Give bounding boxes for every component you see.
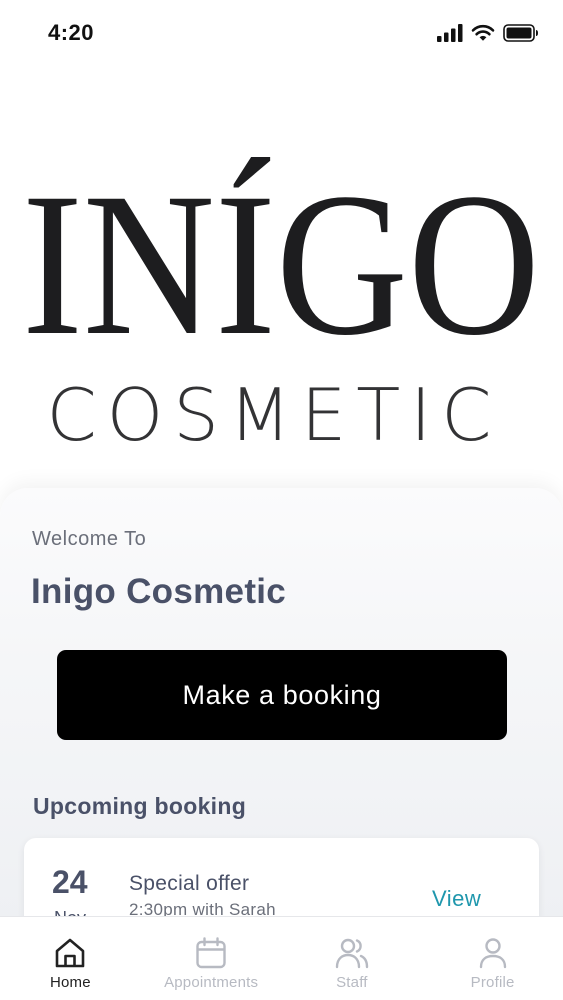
tab-profile[interactable]: Profile — [422, 917, 563, 1000]
make-booking-button[interactable]: Make a booking — [57, 650, 507, 740]
status-icons — [437, 24, 539, 42]
calendar-icon — [196, 937, 226, 969]
bottom-tab-bar: Home Appointments Staff Profile — [0, 916, 563, 1000]
home-icon — [56, 938, 85, 968]
upcoming-booking-title: Upcoming booking — [33, 793, 247, 819]
users-icon — [335, 938, 369, 969]
tab-staff-label: Staff — [336, 974, 368, 991]
brand-logo: INÍGO COSMETIC — [0, 112, 563, 452]
booking-day: 24 — [52, 864, 88, 900]
tab-home[interactable]: Home — [0, 917, 141, 1000]
tab-appointments[interactable]: Appointments — [141, 917, 282, 1000]
booking-title: Special offer — [129, 872, 250, 895]
logo-wordmark: INÍGO — [22, 151, 540, 378]
tab-profile-label: Profile — [470, 974, 515, 991]
status-time: 4:20 — [48, 20, 95, 45]
welcome-card: Welcome To Inigo Cosmetic Make a booking… — [0, 488, 563, 978]
logo-subtitle: COSMETIC — [47, 373, 492, 452]
tab-appointments-label: Appointments — [164, 974, 259, 991]
view-booking-link[interactable]: View — [432, 886, 481, 912]
user-icon — [479, 938, 506, 969]
business-name: Inigo Cosmetic — [31, 572, 287, 611]
battery-icon — [503, 24, 538, 42]
wifi-icon — [471, 24, 495, 41]
tab-home-label: Home — [49, 974, 91, 991]
status-bar: 4:20 — [0, 0, 563, 68]
welcome-greeting: Welcome To — [32, 528, 147, 550]
tab-staff[interactable]: Staff — [282, 917, 423, 1000]
signal-icon — [437, 24, 463, 42]
